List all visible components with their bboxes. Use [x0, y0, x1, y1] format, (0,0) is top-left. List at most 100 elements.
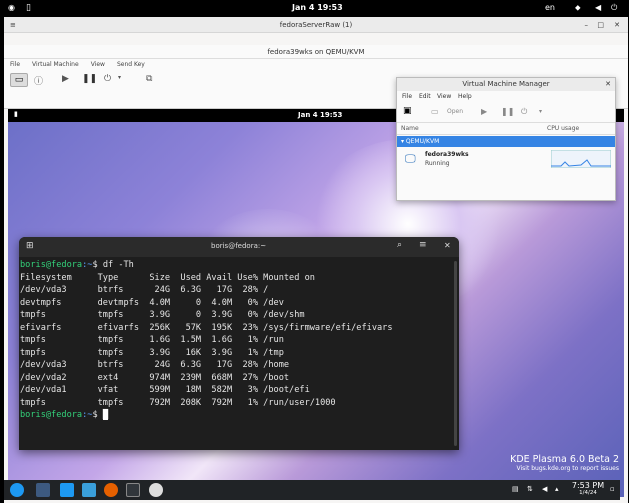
terminal-title: boris@fedora:~	[211, 242, 267, 250]
vmm-close-icon[interactable]: ✕	[605, 78, 611, 91]
host-clock[interactable]: Jan 4 19:53	[292, 3, 343, 12]
vmm-menu-view[interactable]: View	[437, 93, 451, 100]
terminal-header: ⊞ boris@fedora:~ ⌕ ≡ ✕	[19, 237, 459, 257]
open-button-label[interactable]: Open	[447, 108, 463, 115]
new-vm-icon[interactable]: ▣	[403, 106, 412, 116]
vmm-pause-icon[interactable]: ❚❚	[501, 107, 514, 116]
vmm-title-text: Virtual Machine Manager	[462, 80, 550, 88]
terminal-cursor: █	[102, 410, 108, 420]
viewer-menubar: File Virtual Machine View Send Key	[10, 61, 145, 68]
clipboard-icon[interactable]: ▤	[512, 485, 519, 493]
kde-version-title: KDE Plasma 6.0 Beta 2	[510, 454, 619, 465]
menu-file[interactable]: File	[10, 61, 20, 68]
terminal-scrollbar[interactable]	[454, 261, 457, 446]
df-row: /dev/vda1 vfat 599M 18M 582M 3% /boot/ef…	[20, 385, 310, 395]
df-row: tmpfs tmpfs 1.6G 1.5M 1.6G 1% /run	[20, 335, 284, 345]
host-top-bar: ◉ ▯ Jan 4 19:53 en ⬥ ◀ ⏻	[0, 0, 629, 17]
df-row: efivarfs efivarfs 256K 57K 195K 23% /sys…	[20, 322, 393, 333]
firefox-icon[interactable]	[104, 483, 118, 497]
fullscreen-icon[interactable]: ⧉	[146, 74, 152, 84]
vmm-menu-file[interactable]: File	[402, 93, 412, 100]
network-icon[interactable]: ⬥	[575, 3, 581, 13]
dolphin-icon[interactable]	[82, 483, 96, 497]
cpu-usage-graph	[551, 150, 611, 168]
viewer-window-title: fedora39wks on QEMU/KVM	[4, 45, 628, 59]
search-icon[interactable]: ⌕	[397, 240, 402, 250]
prompt-path: :~	[82, 410, 93, 420]
name-column-header[interactable]: Name	[401, 125, 419, 132]
vmm-toolbar: ▣ ▭ Open ▶ ❚❚ ⏻ ▾	[397, 102, 615, 123]
language-indicator[interactable]: en	[545, 3, 555, 12]
df-row: /dev/vda3 btrfs 24G 6.3G 17G 28% /	[20, 285, 269, 295]
volume-icon[interactable]: ◀	[595, 3, 601, 12]
kde-banner: KDE Plasma 6.0 Beta 2 Visit bugs.kde.org…	[510, 454, 619, 472]
tray-network-icon[interactable]: ⇅	[527, 485, 533, 493]
details-view-icon[interactable]: ⓘ	[34, 74, 43, 87]
vmm-column-header: Name CPU usage	[397, 123, 615, 135]
vm-monitor-icon: 🖵	[405, 152, 416, 165]
pager-icon[interactable]	[36, 483, 50, 497]
df-row: /dev/vda3 btrfs 24G 6.3G 17G 28% /home	[20, 360, 290, 370]
activities-icon[interactable]: ◉	[8, 3, 15, 12]
hamburger-menu-icon[interactable]: ≡	[419, 240, 427, 250]
terminal-output[interactable]: boris@fedora:~$ df -Th Filesystem Type S…	[20, 259, 456, 449]
taskbar-date: 1/4/24	[579, 490, 597, 496]
virt-manager-window: Virtual Machine Manager ✕ File Edit View…	[396, 77, 616, 201]
show-desktop-icon[interactable]: ▫	[610, 485, 615, 493]
group-label: QEMU/KVM	[405, 138, 440, 145]
power-icon[interactable]: ⏻	[611, 3, 617, 13]
taskbar-clock[interactable]: 7:53 PM 1/4/24	[570, 481, 606, 496]
prompt-user: boris@fedora	[20, 410, 83, 420]
command-text: df -Th	[102, 260, 134, 270]
df-row: tmpfs tmpfs 792M 208K 792M 1% /run/user/…	[20, 397, 336, 408]
terminal-window[interactable]: ⊞ boris@fedora:~ ⌕ ≡ ✕ boris@fedora:~$ d…	[19, 237, 459, 450]
vmm-menu-help[interactable]: Help	[458, 93, 472, 100]
close-icon[interactable]: ✕	[614, 17, 620, 33]
konsole-icon[interactable]	[126, 483, 140, 497]
df-row: devtmpfs devtmpfs 4.0M 0 4.0M 0% /dev	[20, 297, 284, 308]
connection-group[interactable]: ▾ QEMU/KVM	[397, 136, 615, 147]
menu-send-key[interactable]: Send Key	[117, 61, 145, 68]
guest-activities-icon[interactable]: ▮	[14, 110, 18, 118]
viewer-outer-title-text: fedoraServerRaw (1)	[279, 21, 353, 29]
vm-status: Running	[425, 160, 450, 167]
vmm-run-icon[interactable]: ▶	[481, 107, 487, 116]
kde-bug-report-note: Visit bugs.kde.org to report issues	[516, 465, 619, 472]
vm-app-icon[interactable]: ▯	[26, 3, 31, 13]
vm-name: fedora39wks	[425, 151, 469, 158]
console-view-button[interactable]: ▭	[10, 73, 28, 87]
terminal-close-icon[interactable]: ✕	[444, 241, 451, 250]
vmm-menu-edit[interactable]: Edit	[419, 93, 431, 100]
vm-list-item[interactable]: 🖵 fedora39wks Running	[397, 148, 615, 172]
prompt-path: :~	[82, 260, 93, 270]
open-icon[interactable]: ▭	[431, 107, 439, 116]
run-icon[interactable]: ▶	[62, 74, 69, 84]
menu-icon[interactable]: ≡	[10, 17, 16, 33]
prompt-symbol: $	[92, 410, 103, 420]
new-tab-icon[interactable]: ⊞	[26, 241, 34, 251]
tray-expand-icon[interactable]: ▴	[555, 485, 559, 493]
guest-clock[interactable]: Jan 4 19:53	[298, 111, 342, 119]
menu-view[interactable]: View	[91, 61, 105, 68]
df-row: /dev/vda2 ext4 974M 239M 668M 27% /boot	[20, 372, 290, 383]
app-launcher-icon[interactable]	[10, 483, 24, 497]
cpu-column-header[interactable]: CPU usage	[547, 125, 579, 132]
df-header: Filesystem Type Size Used Avail Use% Mou…	[20, 272, 315, 283]
maximize-icon[interactable]: □	[597, 17, 604, 33]
taskbar-time: 7:53 PM	[571, 481, 605, 490]
vmm-title: Virtual Machine Manager ✕	[397, 78, 615, 91]
discover-icon[interactable]	[60, 483, 74, 497]
tray-volume-icon[interactable]: ◀	[542, 485, 547, 493]
vmm-chevron-down-icon[interactable]: ▾	[539, 108, 542, 115]
minimize-icon[interactable]: –	[585, 17, 589, 33]
chevron-down-icon[interactable]: ▾	[118, 74, 121, 81]
pause-icon[interactable]: ❚❚	[82, 74, 97, 84]
virt-manager-task-icon[interactable]	[149, 483, 163, 497]
kde-taskbar: ▤ ⇅ ◀ ▴ 7:53 PM 1/4/24 ▫	[4, 480, 620, 500]
viewer-outer-title: fedoraServerRaw (1) ≡ – □ ✕	[4, 17, 628, 33]
prompt-user: boris@fedora	[20, 260, 83, 270]
menu-virtual-machine[interactable]: Virtual Machine	[32, 61, 79, 68]
vmm-menubar: File Edit View Help	[397, 91, 615, 102]
shutdown-icon[interactable]: ⏻	[104, 74, 111, 84]
vmm-shutdown-icon[interactable]: ⏻	[521, 107, 527, 117]
